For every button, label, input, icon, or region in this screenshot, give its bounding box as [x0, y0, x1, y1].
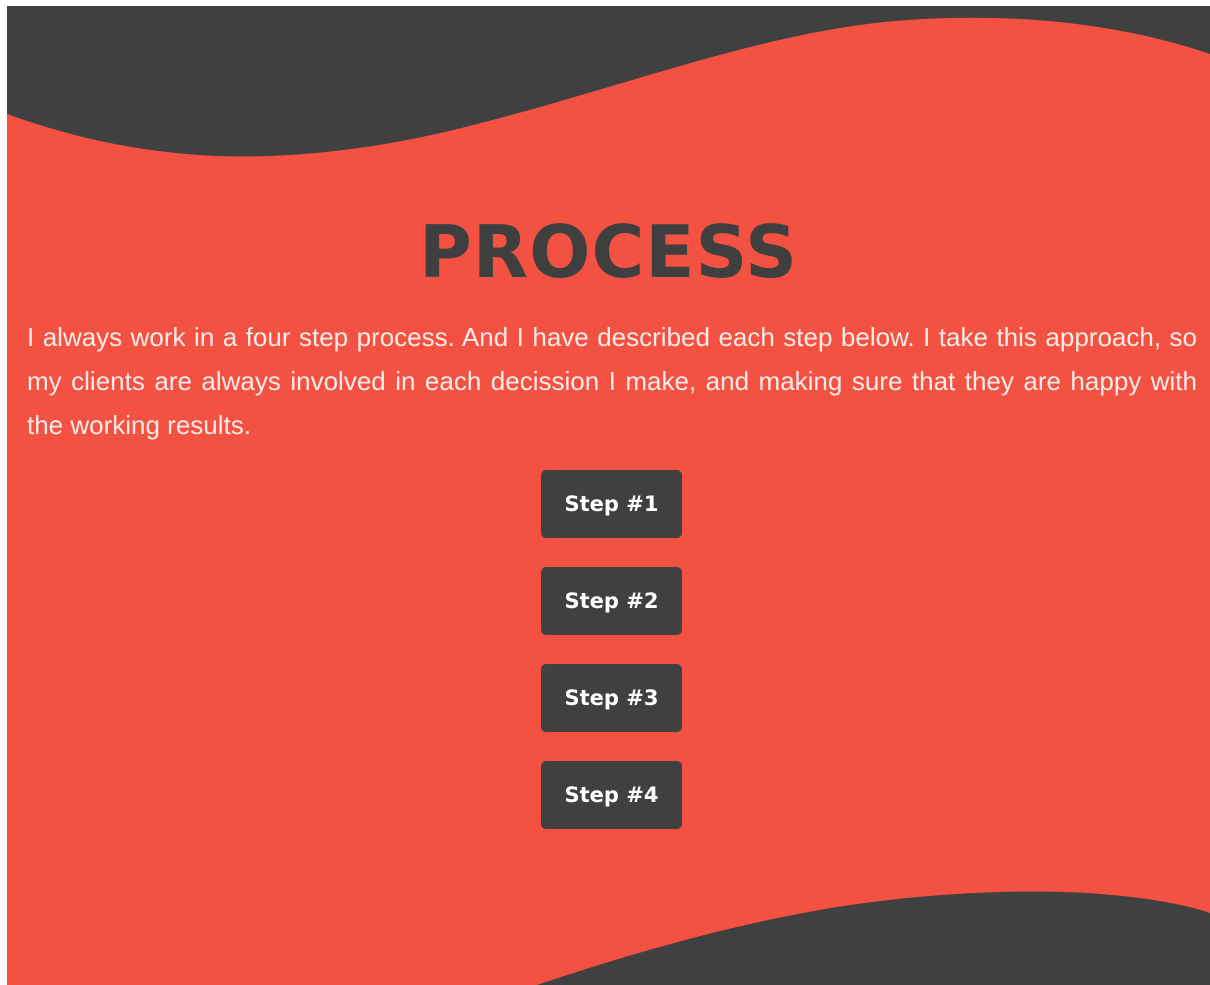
top-wave-shape	[7, 6, 1210, 157]
step-2-button[interactable]: Step #2	[541, 567, 682, 635]
intro-paragraph: I always work in a four step process. An…	[27, 322, 1197, 440]
page-title: PROCESS	[419, 210, 798, 294]
process-section: PROCESS I always work in a four step pro…	[7, 6, 1210, 985]
step-4-button[interactable]: Step #4	[541, 761, 682, 829]
step-3-button[interactable]: Step #3	[541, 664, 682, 732]
bottom-wave-shape	[537, 891, 1210, 985]
steps-list: Step #1 Step #2 Step #3 Step #4	[541, 470, 682, 858]
step-1-button[interactable]: Step #1	[541, 470, 682, 538]
